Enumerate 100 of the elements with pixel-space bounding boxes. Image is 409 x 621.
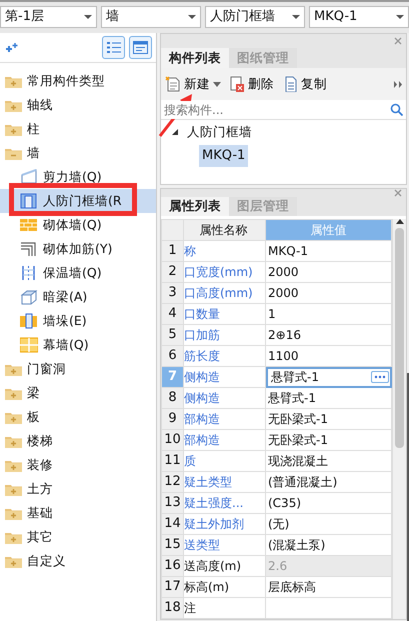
ellipsis-icon	[374, 374, 386, 379]
row-number: 2	[162, 262, 184, 282]
property-name: 筋长度	[184, 346, 266, 366]
tab[interactable]: 构件列表	[161, 48, 229, 68]
tree-item[interactable]: 墙垛(E)	[41, 312, 89, 330]
property-name: 注	[184, 598, 266, 618]
row-number: 18	[162, 598, 184, 618]
row-number: 13	[162, 492, 184, 514]
row-number: 1	[162, 240, 184, 262]
property-name: 疑土类型	[184, 472, 266, 492]
dropdown[interactable]: 人防门框墙	[205, 6, 305, 28]
property-name: 口数量	[184, 304, 266, 324]
column-header: 属性值	[266, 220, 392, 240]
list-icon	[106, 41, 120, 54]
toolbar-button[interactable]: 新建	[165, 74, 221, 94]
property-name: 口高度(mm)	[184, 282, 266, 304]
wall-pier-icon	[20, 313, 38, 329]
tree-item[interactable]: 柱	[25, 120, 42, 138]
expanded-arrow-icon[interactable]	[171, 128, 179, 136]
dropdown[interactable]: 第-1层	[0, 6, 97, 28]
row-number: 11	[162, 450, 184, 472]
property-value: 现浇混凝土	[266, 450, 392, 472]
caret-icon	[213, 82, 221, 86]
property-name: 部构造	[184, 408, 266, 430]
property-value: (无)	[266, 514, 392, 534]
dropdown[interactable]: MKQ-1	[309, 6, 409, 28]
tree-item[interactable]: 砌体墙(Q)	[41, 216, 104, 234]
tree-item[interactable]: 暗梁(A)	[41, 288, 90, 306]
toolbar-button[interactable]: 复制	[282, 74, 327, 94]
property-name: 疑土外加剂	[184, 514, 266, 534]
property-value: (C35)	[266, 492, 392, 514]
close-icon[interactable]	[394, 37, 402, 45]
tree-item[interactable]: 基础	[25, 504, 55, 522]
door-frame-icon	[20, 193, 38, 209]
row-number: 12	[162, 472, 184, 492]
property-name: 疑土强度...	[184, 492, 266, 514]
tree-item[interactable]: 轴线	[25, 96, 55, 114]
property-value: MKQ-1	[266, 240, 392, 262]
column-header: 属性名称	[184, 220, 266, 240]
tree-item[interactable]: 门窗洞	[25, 360, 68, 378]
property-value: 1100	[266, 346, 392, 366]
list-view-button[interactable]	[102, 36, 125, 59]
property-value: 无卧梁式-1	[266, 430, 392, 450]
tree-item[interactable]: 剪力墙(Q)	[41, 168, 104, 186]
tree-item[interactable]: 板	[25, 408, 42, 426]
tab[interactable]: 属性列表	[161, 197, 229, 216]
scroll-up-icon[interactable]	[396, 219, 404, 224]
tree-item[interactable]: 砌体加筋(Y)	[41, 240, 114, 258]
brick-wall-icon	[20, 217, 38, 233]
row-number: 8	[162, 388, 184, 408]
toolbar-button[interactable]: 删除	[229, 74, 274, 94]
property-name: 送高度(m)	[184, 556, 266, 576]
tree-item[interactable]: MKQ-1	[199, 145, 248, 167]
row-number: 6	[162, 346, 184, 366]
tree-item[interactable]: 常用构件类型	[25, 72, 107, 90]
rebar-icon	[20, 241, 38, 257]
row-number: 15	[162, 534, 184, 556]
new-document-icon	[165, 76, 181, 92]
more-button[interactable]	[371, 371, 389, 383]
tree-item[interactable]: 墙	[25, 144, 42, 162]
row-number: 5	[162, 324, 184, 346]
more-icon[interactable]	[394, 80, 402, 88]
property-value: 2000	[266, 282, 392, 304]
delete-icon	[229, 76, 245, 92]
row-number: 9	[162, 408, 184, 430]
curtain-wall-icon	[20, 337, 38, 353]
property-name: 口加筋	[184, 324, 266, 346]
dropdown[interactable]: 墙	[101, 6, 201, 28]
property-value: 2000	[266, 262, 392, 282]
property-value: 悬臂式-1	[266, 388, 392, 408]
scrollbar-thumb[interactable]	[395, 228, 404, 448]
add-icon	[4, 42, 20, 54]
window-icon	[133, 41, 148, 54]
wall-icon	[20, 169, 38, 185]
tree-item[interactable]: 人防门框墙	[185, 122, 254, 142]
property-value: 2.6	[266, 556, 392, 576]
property-value: 1	[266, 304, 392, 324]
window-view-button[interactable]	[129, 36, 152, 59]
tree-item[interactable]: 自定义	[25, 552, 68, 570]
tree-item[interactable]: 土方	[25, 480, 55, 498]
row-number: 10	[162, 430, 184, 450]
tree-item[interactable]: 保温墙(Q)	[41, 264, 104, 282]
beam-icon	[20, 289, 38, 305]
tree-item[interactable]: 梁	[25, 384, 42, 402]
property-name: 质	[184, 450, 266, 472]
row-number: 17	[162, 576, 184, 598]
property-value-field[interactable]: 悬臂式-1	[266, 366, 392, 388]
property-name: 部构造	[184, 430, 266, 450]
tree-item[interactable]: 幕墙(Q)	[41, 336, 91, 354]
search-icon[interactable]	[390, 103, 403, 116]
tree-item[interactable]: 楼梯	[25, 432, 55, 450]
property-value: 2⊕16	[266, 324, 392, 346]
close-icon[interactable]	[394, 189, 402, 198]
row-number: 3	[162, 282, 184, 304]
property-value: 层底标高	[266, 576, 392, 598]
tree-item[interactable]: 其它	[25, 528, 55, 546]
property-name: 送类型	[184, 534, 266, 556]
property-name: 口宽度(mm)	[184, 262, 266, 282]
tree-item[interactable]: 装修	[25, 456, 55, 474]
row-number: 4	[162, 304, 184, 324]
